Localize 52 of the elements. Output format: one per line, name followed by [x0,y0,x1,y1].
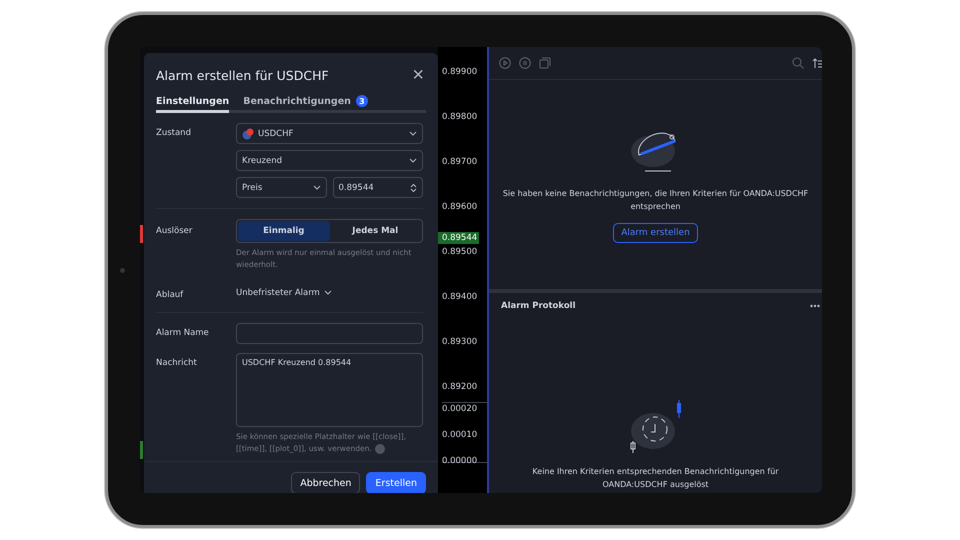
field-label: Alarm Name [156,327,210,338]
stepper-icon [410,182,417,192]
empty-state-text: Keine Ihren Kriterien entsprechenden Benachrichtigungen für OANDA:USDCHF ausgelöst [531,466,780,491]
source-select[interactable]: Preis [236,177,326,198]
create-alert-button[interactable]: Alarm erstellen [613,222,698,242]
message-field[interactable]: USDCHF Kreuzend 0.89544 [236,353,423,427]
camera-dot [120,268,125,273]
axis-label: 0.89600 [442,201,478,213]
more-icon[interactable] [810,304,820,308]
field-label: Ablauf [156,289,184,300]
help-icon[interactable] [374,444,385,454]
empty-state-text: Sie haben keine Benachrichtigungen, die Ihren Kriterien für OANDA:USDCHF entsprechen [502,188,810,212]
field-label: Auslöser [156,225,194,236]
play-icon[interactable] [499,57,511,69]
chevron-down-icon [324,290,332,295]
candle [140,225,143,243]
dialog-title: Alarm erstellen für USDCHF [156,68,329,82]
field-label: Nachricht [156,357,198,368]
search-icon[interactable] [792,57,804,69]
value-field[interactable]: 0.89544 [332,177,423,198]
current-price-label: 0.89544 [438,232,479,244]
sort-icon[interactable] [812,58,822,68]
toggle-option[interactable]: Jedes Mal [330,221,421,241]
count-badge: 3 [356,95,368,107]
create-button[interactable]: Erstellen [366,472,426,493]
axis-label: 0.89400 [442,291,478,303]
symbol-select[interactable]: USDCHF [236,123,423,144]
axis-label: 0.00000 [442,455,478,467]
axis-label: 0.89200 [442,381,478,393]
pause-icon[interactable] [519,57,531,69]
axis-label: 0.89700 [442,156,478,168]
tab[interactable]: Benachrichtigungen 3 [243,95,368,113]
expiration-dropdown[interactable]: Unbefristeter Alarm [236,288,332,298]
field-label: Zustand [156,127,192,138]
chevron-down-icon [312,185,320,190]
close-button[interactable]: × [412,67,424,83]
toggle-option[interactable]: Einmalig [238,221,330,241]
chevron-down-icon [409,158,417,163]
axis-label: 0.00010 [442,429,478,441]
cancel-button[interactable]: Abbrechen [291,472,360,493]
axis-label: 0.00020 [442,403,478,415]
copy-icon[interactable] [539,57,551,69]
axis-label: 0.89900 [442,66,478,78]
axis-label: 0.89500 [442,246,478,258]
axis-label: 0.89300 [442,336,478,348]
tab[interactable]: Einstellungen [156,95,230,113]
candle [140,441,143,459]
axis-label: 0.89800 [442,111,478,123]
operator-select[interactable]: Kreuzend [236,150,423,171]
input-field[interactable] [236,323,423,344]
chevron-down-icon [409,131,417,136]
panel-title: Alarm Protokoll [501,301,576,311]
